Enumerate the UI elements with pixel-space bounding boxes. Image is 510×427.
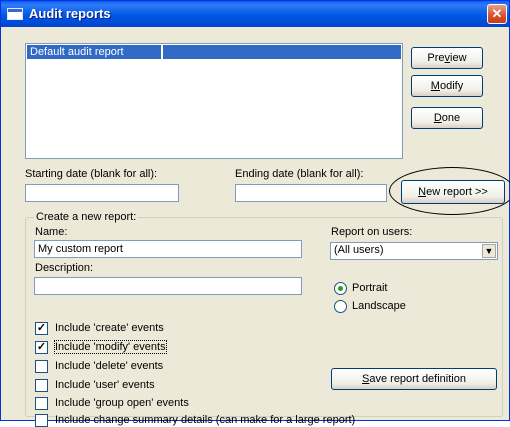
modify-label-end: odify [439,80,464,92]
save-report-definition-button[interactable]: Save report definition [331,368,497,390]
portrait-label[interactable]: Portrait [352,282,387,294]
window-title: Audit reports [29,6,111,21]
check-icon: ✓ [36,341,47,353]
group-open-events-label[interactable]: Include 'group open' events [55,397,189,409]
done-button[interactable]: Done [411,107,483,129]
dialog-body: Default audit report Preview Modify Done… [1,27,510,427]
close-icon: ✕ [491,6,503,21]
description-field[interactable] [34,277,302,295]
description-label: Description: [35,262,94,274]
preview-label-start: Pre [427,52,445,64]
list-item-label: Default audit report [30,46,124,58]
users-select-value: (All users) [334,244,384,256]
modify-events-label[interactable]: Include 'modify' events [54,340,167,354]
reports-list[interactable]: Default audit report [25,43,403,159]
starting-date-label: Starting date (blank for all): [25,168,158,180]
delete-events-label[interactable]: Include 'delete' events [55,360,163,372]
create-events-label[interactable]: Include 'create' events [55,322,164,334]
check-icon: ✓ [36,322,47,334]
done-hotkey: D [433,112,442,124]
delete-events-checkbox[interactable] [35,360,48,373]
create-events-checkbox[interactable]: ✓ [35,322,48,335]
ending-date-label: Ending date (blank for all): [235,168,364,180]
users-select[interactable]: (All users) ▼ [330,242,498,260]
group-open-events-checkbox[interactable] [35,397,48,410]
audit-reports-dialog: Audit reports ✕ Default audit report Pre… [0,0,510,427]
user-events-checkbox[interactable] [35,379,48,392]
title-bar[interactable]: Audit reports ✕ [1,1,509,27]
create-report-group: Create a new report: Name: My custom rep… [25,211,503,427]
window-icon [7,8,23,20]
highlight-ellipse [389,167,510,215]
list-item-selection-fill [163,45,401,59]
preview-button[interactable]: Preview [411,47,483,69]
starting-date-field[interactable] [25,184,179,202]
save-label-end: ave report definition [369,373,466,385]
modify-button[interactable]: Modify [411,75,483,97]
name-field[interactable]: My custom report [34,240,302,258]
list-item[interactable]: Default audit report [27,45,163,59]
name-label: Name: [35,226,68,238]
close-button[interactable]: ✕ [487,4,507,24]
done-label-end: one [441,112,461,124]
landscape-radio[interactable] [334,300,347,313]
chevron-down-icon[interactable]: ▼ [482,244,496,258]
radio-selected-dot [338,286,343,291]
landscape-label[interactable]: Landscape [352,300,406,312]
group-title: Create a new report: [34,211,139,223]
modify-events-checkbox[interactable]: ✓ [35,341,48,354]
portrait-radio[interactable] [334,282,347,295]
user-events-label[interactable]: Include 'user' events [55,379,155,391]
ending-date-field[interactable] [235,184,387,202]
modify-hotkey: M [430,80,440,92]
report-on-users-label: Report on users: [331,226,413,238]
change-summary-label[interactable]: Include change summary details (can make… [55,414,355,426]
preview-label-end: iew [450,52,467,64]
